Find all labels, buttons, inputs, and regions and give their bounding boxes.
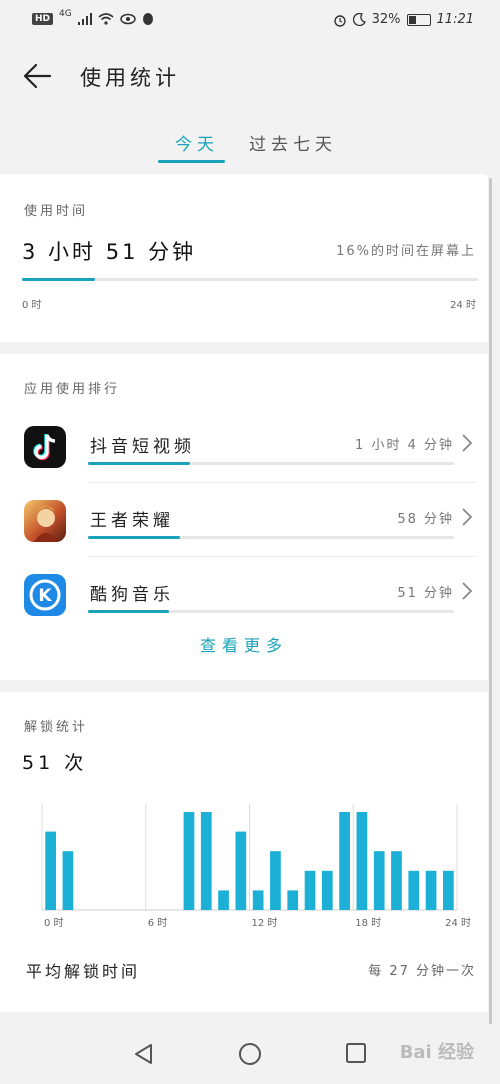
page-title: 使用统计 xyxy=(80,66,180,90)
usage-section-title: 使用时间 xyxy=(24,204,89,219)
signal-icon xyxy=(77,13,92,25)
usage-progress-fill xyxy=(22,278,95,281)
app-progress-track xyxy=(88,462,454,465)
tab-today[interactable]: 今天 xyxy=(175,130,219,155)
app-progress-fill xyxy=(88,462,191,465)
status-left: HD 4G xyxy=(32,9,154,26)
app-progress-fill xyxy=(88,610,169,613)
recents-square-icon[interactable] xyxy=(345,1042,367,1064)
back-triangle-icon[interactable] xyxy=(132,1042,154,1066)
back-button[interactable] xyxy=(20,58,56,94)
honor-of-kings-icon xyxy=(24,500,66,542)
app-time: 1 小时 4 分钟 xyxy=(355,438,454,453)
douyin-icon xyxy=(24,426,66,468)
app-name: 王者荣耀 xyxy=(90,511,174,531)
tab-bar: 今天 过去七天 xyxy=(0,112,500,172)
chart-bar xyxy=(321,870,333,910)
chart-bar xyxy=(356,812,368,910)
chart-bar xyxy=(391,851,402,910)
app-progress-track xyxy=(88,536,454,539)
app-progress-fill xyxy=(88,536,180,539)
back-arrow-icon xyxy=(23,63,52,89)
app-row-douyin[interactable]: 抖音短视频 1 小时 4 分钟 xyxy=(0,422,488,496)
usage-total: 3 小时 51 分钟 xyxy=(22,240,197,264)
chart-bar xyxy=(218,890,229,910)
chart-tick-label: 0 时 xyxy=(44,917,64,929)
chart-bar xyxy=(339,812,350,910)
apps-card: 应用使用排行 抖音短视频 1 小时 4 分钟 王者荣耀 58 分钟 K 酷狗音乐… xyxy=(0,354,488,680)
hd-badge: HD xyxy=(32,13,54,25)
chart-tick-label: 24 时 xyxy=(445,917,471,929)
battery-percent: 32% xyxy=(371,12,401,27)
chart-bar xyxy=(304,870,316,910)
chart-bar xyxy=(62,851,74,910)
app-time: 58 分钟 xyxy=(397,512,454,527)
app-row-honor-of-kings[interactable]: 王者荣耀 58 分钟 xyxy=(0,496,488,570)
chevron-right-icon xyxy=(462,582,473,600)
status-right: 32% 11:21 xyxy=(333,12,474,27)
see-more-link[interactable]: 查看更多 xyxy=(0,632,488,656)
clock: 11:21 xyxy=(436,12,474,27)
wifi-icon xyxy=(98,13,114,25)
chevron-right-icon xyxy=(462,434,473,452)
kugou-icon: K xyxy=(24,574,66,616)
chart-tick-label: 18 时 xyxy=(355,917,381,929)
watermark: Bai 经验 xyxy=(399,1042,474,1063)
chart-bar xyxy=(45,831,57,910)
chart-bar xyxy=(235,831,247,910)
avg-unlock-value: 每 27 分钟一次 xyxy=(368,964,476,979)
home-circle-icon[interactable] xyxy=(238,1042,262,1066)
chart-bar xyxy=(373,851,385,910)
divider xyxy=(88,482,476,483)
qq-icon xyxy=(142,13,153,25)
eye-icon xyxy=(119,13,136,25)
app-name: 酷狗音乐 xyxy=(90,585,174,605)
unlock-card: 解锁统计 51 次 0 时6 时 12 时 18 时 24 时 平均解锁时间 每 27… xyxy=(0,692,488,1012)
chart-bar xyxy=(252,890,264,910)
chart-bar xyxy=(270,851,281,910)
header: 使用统计 xyxy=(0,42,500,112)
app-time: 51 分钟 xyxy=(397,586,454,601)
chart-bar xyxy=(408,870,420,910)
usage-progress-track xyxy=(22,278,478,281)
usage-axis-min: 0 时 xyxy=(22,300,42,311)
chart-bar xyxy=(442,870,454,910)
chart-bar xyxy=(425,870,437,910)
nav-bar: Bai 经验 xyxy=(0,1024,500,1084)
divider xyxy=(88,556,476,557)
svg-text:K: K xyxy=(38,586,52,606)
battery-icon xyxy=(406,13,431,26)
app-name: 抖音短视频 xyxy=(90,437,195,457)
network-label: 4G xyxy=(59,9,72,19)
apps-section-title: 应用使用排行 xyxy=(24,382,121,397)
unlock-chart: 0 时 6 时 12 时 18 时 24 时 xyxy=(41,804,471,929)
status-bar: HD 4G 32% 11:21 xyxy=(0,0,500,42)
scrollbar[interactable] xyxy=(489,178,492,1028)
chart-bar xyxy=(183,812,195,910)
avg-unlock-label: 平均解锁时间 xyxy=(26,962,141,981)
usage-card: 使用时间 3 小时 51 分钟 16%的时间在屏幕上 0 时 24 时 xyxy=(0,174,488,342)
chart-tick-label: 6 时 xyxy=(148,917,168,929)
tab-past-seven-days[interactable]: 过去七天 xyxy=(249,130,337,155)
tab-indicator xyxy=(158,160,225,163)
chart-bar xyxy=(200,812,212,910)
battery-fill xyxy=(408,15,416,24)
alarm-icon xyxy=(333,14,346,27)
usage-axis-max: 24 时 xyxy=(450,300,476,311)
chart-tick-label: 12 时 xyxy=(252,917,278,929)
chevron-right-icon xyxy=(462,508,473,526)
chart-bar xyxy=(287,890,299,910)
moon-icon xyxy=(352,13,366,26)
usage-percent: 16%的时间在屏幕上 xyxy=(336,244,476,259)
app-progress-track xyxy=(88,610,454,613)
